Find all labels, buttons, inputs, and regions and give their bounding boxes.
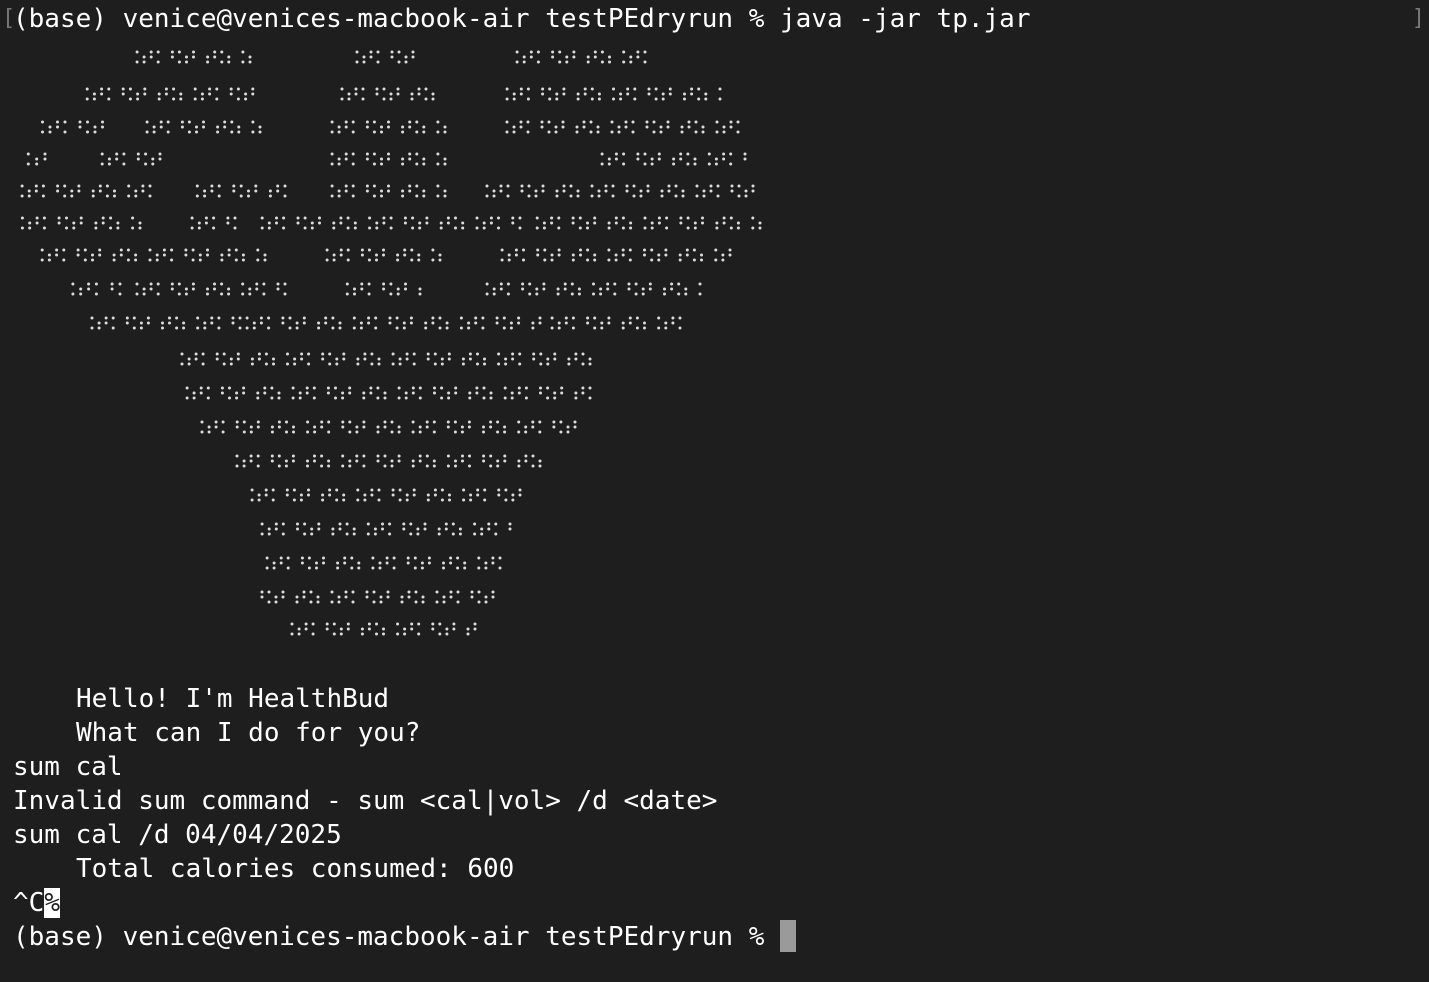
interrupt-text: ^C [13, 888, 45, 918]
final-prompt-line[interactable]: (base) venice@venices-macbook-air testPE… [13, 920, 797, 954]
right-scroll-bracket: ] [1411, 6, 1425, 31]
text-cursor[interactable] [780, 920, 797, 952]
greeting-line-2: What can I do for you? [76, 718, 421, 748]
healthbud-logo-art [20, 50, 762, 636]
error-message: Invalid sum command - sum <cal|vol> /d <… [13, 786, 718, 816]
calories-output: Total calories consumed: 600 [76, 854, 515, 884]
terminal-window[interactable]: [ ] (base) venice@venices-macbook-air te… [0, 0, 1429, 982]
end-of-output-marker: % [44, 888, 60, 918]
prompt-text: (base) venice@venices-macbook-air testPE… [13, 922, 765, 952]
user-input-2: sum cal /d 04/04/2025 [13, 820, 342, 850]
user-input-1: sum cal [13, 752, 123, 782]
interrupt-line: ^C% [13, 886, 60, 920]
greeting-line-1: Hello! I'm HealthBud [76, 684, 390, 714]
